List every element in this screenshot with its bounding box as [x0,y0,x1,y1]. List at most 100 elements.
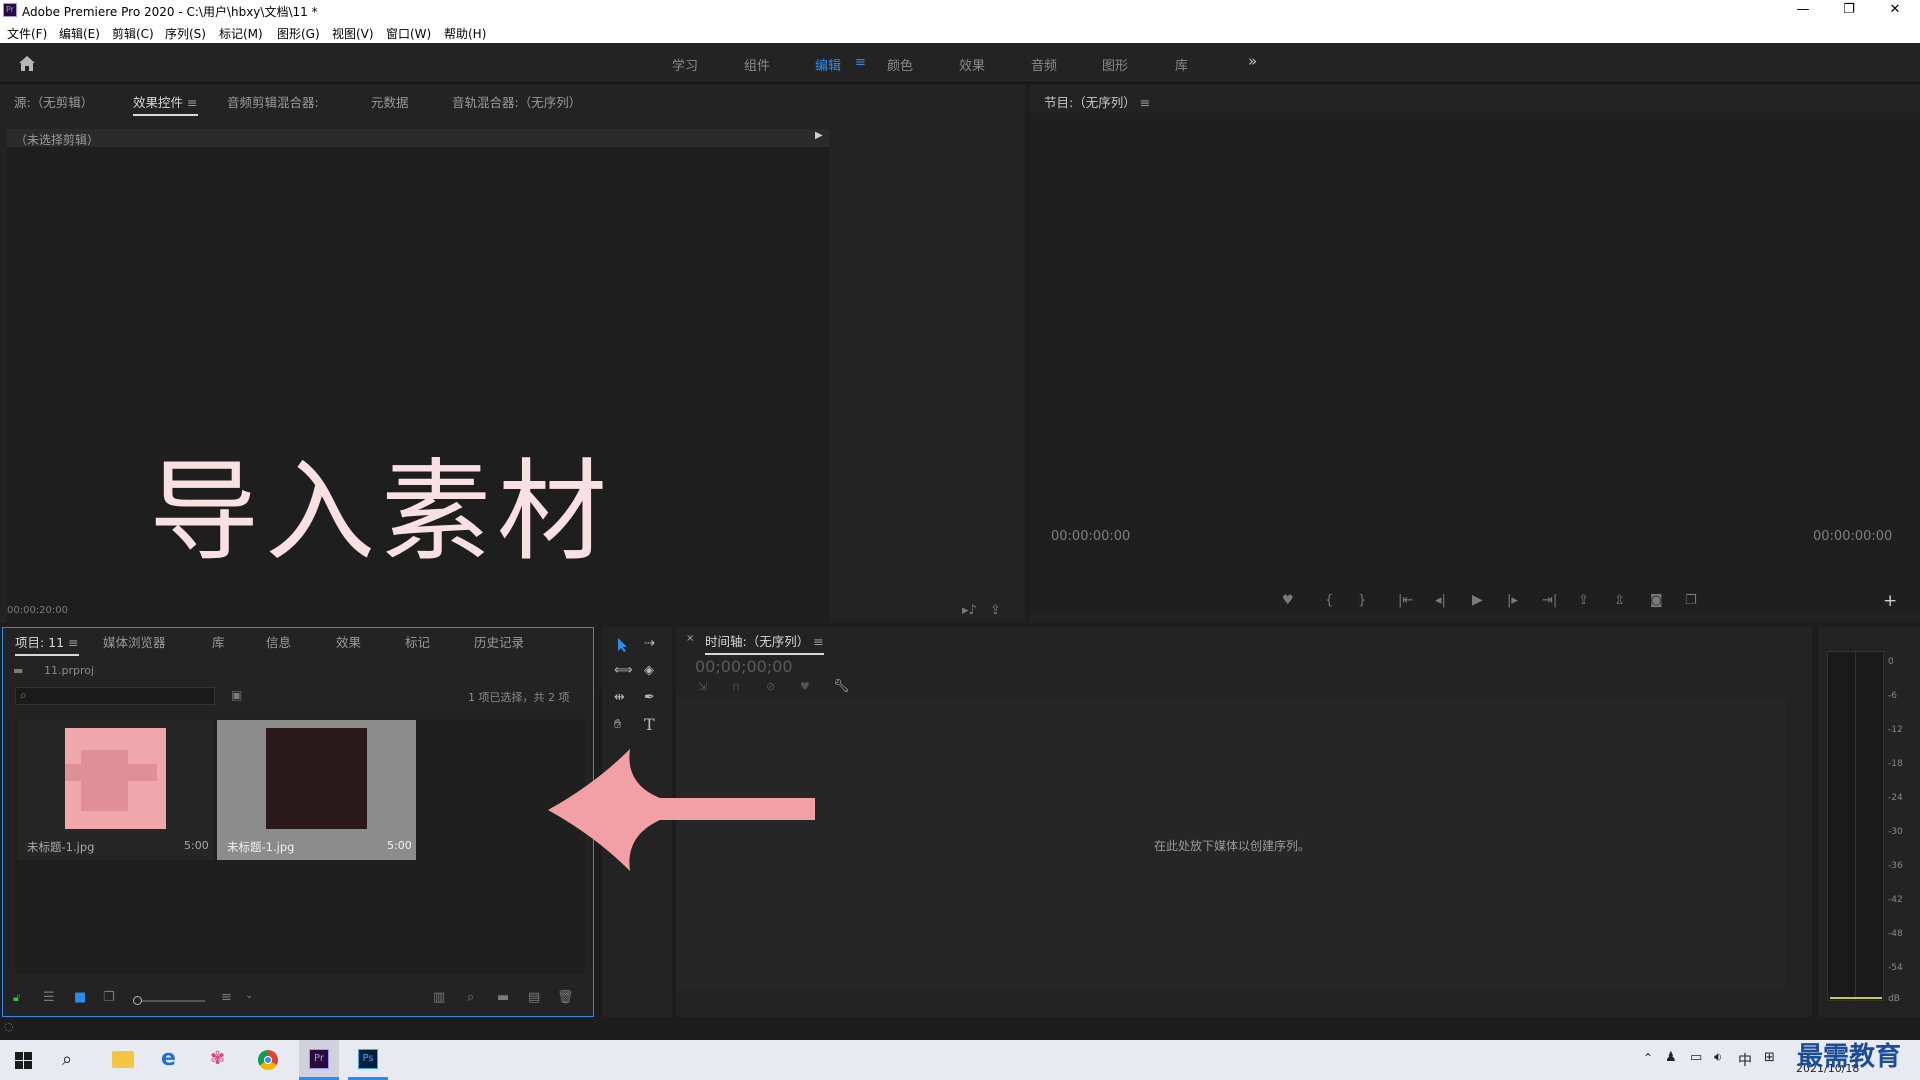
add-marker-timeline-icon[interactable]: ♥ [800,680,810,693]
close-icon[interactable]: ✕ [1872,0,1918,22]
workspace-color[interactable]: 颜色 [887,55,913,74]
snap-icon[interactable]: ∩ [732,680,740,693]
qq-icon[interactable]: ♟ [1665,1050,1677,1065]
add-marker-icon[interactable]: ♥ [1282,593,1294,608]
panel-menu-icon[interactable]: ≡ [187,95,197,110]
export-frame-icon[interactable]: ◙ [1650,593,1663,608]
tab-project[interactable]: 项目: 11 ≡ [15,632,79,656]
zoom-slider-handle[interactable] [133,996,142,1005]
workspace-menu-icon[interactable]: ≡ [855,55,866,70]
linked-selection-icon[interactable]: ⊘ [766,680,775,693]
mark-in-icon[interactable]: { [1325,593,1333,608]
find-icon[interactable]: ⌕ [467,990,474,1005]
premiere-taskbar-button[interactable]: Pr [299,1040,339,1080]
tab-libraries[interactable]: 库 [212,632,225,651]
windows-start-icon[interactable] [15,1052,32,1069]
workspace-audio[interactable]: 音频 [1031,55,1057,74]
lift-icon[interactable]: ⇪ [1578,593,1589,608]
hand-tool-icon[interactable]: ✋︎ [614,717,621,732]
network-icon[interactable]: ▭ [1690,1050,1702,1065]
new-search-bin-icon[interactable]: ▣ [231,688,242,702]
tab-info[interactable]: 信息 [266,632,291,651]
photoshop-taskbar-button[interactable]: Ps [348,1040,388,1080]
lock-icon[interactable]: 🔓︎ [13,991,20,1005]
zoom-slider[interactable] [133,996,205,1005]
paint-icon[interactable]: ✾ [210,1048,225,1069]
chevron-up-icon[interactable]: ⌃ [1643,1051,1653,1065]
mark-out-icon[interactable]: } [1358,593,1366,608]
program-menu-icon[interactable]: ≡ [1140,95,1150,110]
tab-markers[interactable]: 标记 [405,632,430,651]
slip-tool-icon[interactable]: ⇹ [614,690,625,705]
ripple-edit-tool-icon[interactable]: ⟺ [614,663,633,678]
trash-icon[interactable]: 🗑︎ [557,990,574,1005]
tab-source[interactable]: 源:（无剪辑） [14,92,93,111]
automate-to-sequence-icon[interactable]: ▥ [433,990,445,1005]
tab-effect-controls[interactable]: 效果控件 ≡ [133,92,198,116]
workspace-libraries[interactable]: 库 [1175,55,1188,74]
chevron-down-icon[interactable]: ⌄ [245,990,253,1001]
new-item-icon[interactable]: ▤ [528,990,540,1005]
menu-edit[interactable]: 编辑(E) [59,25,100,42]
track-select-tool-icon[interactable]: ⇢ [644,636,655,651]
close-tab-icon[interactable]: × [686,633,694,644]
tab-history[interactable]: 历史记录 [474,632,524,651]
file-explorer-icon[interactable] [112,1051,134,1068]
extract-icon[interactable]: ⇫ [1614,593,1625,608]
project-item-selected[interactable]: 未标题-1.jpg 5:00 [217,720,416,860]
tab-audio-clip-mixer[interactable]: 音频剪辑混合器: [227,92,319,111]
menu-graphics[interactable]: 图形(G) [277,25,320,42]
home-icon[interactable] [18,55,36,72]
menu-marker[interactable]: 标记(M) [219,25,263,42]
step-back-icon[interactable]: ◂| [1435,593,1446,608]
tab-media-browser[interactable]: 媒体浏览器 [103,632,166,651]
wrench-icon[interactable]: 🔧︎ [833,679,850,694]
workspace-learning[interactable]: 学习 [672,55,698,74]
go-to-in-icon[interactable]: |⇤ [1398,593,1413,608]
selection-tool-icon[interactable] [616,637,630,653]
tab-metadata[interactable]: 元数据 [371,92,409,111]
menu-sequence[interactable]: 序列(S) [165,25,206,42]
expand-arrow-icon[interactable]: ▶ [815,130,823,141]
type-tool-icon[interactable]: T [644,715,655,734]
tab-audio-track-mixer[interactable]: 音轨混合器:（无序列） [452,92,581,111]
pen-tool-icon[interactable]: ✒ [644,690,655,705]
project-search-input[interactable]: ⌕ [15,687,215,705]
timeline-menu-icon[interactable]: ≡ [813,634,823,649]
comparison-view-icon[interactable]: ❐ [1685,593,1697,608]
list-view-icon[interactable]: ☰ [43,990,55,1005]
menu-clip[interactable]: 剪辑(C) [112,25,154,42]
razor-tool-icon[interactable]: ◈ [644,663,654,678]
workspace-editing[interactable]: 编辑 [815,55,841,74]
project-item[interactable]: 未标题-1.jpg 5:00 [17,720,214,860]
workspace-effects[interactable]: 效果 [959,55,985,74]
freeform-view-icon[interactable]: ❐ [103,990,115,1005]
export-clip-icon[interactable]: ⇪ [990,603,1001,618]
filter-audio-icon[interactable]: ▸♪ [962,603,977,618]
new-bin-icon[interactable]: ▬ [497,990,509,1005]
menu-help[interactable]: 帮助(H) [444,25,486,42]
volume-icon[interactable]: 🔉︎ [1714,1050,1722,1065]
menu-window[interactable]: 窗口(W) [386,25,431,42]
icon-view-icon[interactable]: ■ [74,990,86,1005]
keyboard-icon[interactable]: ⊞ [1764,1050,1775,1065]
menu-view[interactable]: 视图(V) [332,25,374,42]
search-icon[interactable]: ⌕ [62,1049,72,1070]
add-button-icon[interactable]: + [1883,591,1897,611]
more-workspaces-icon[interactable]: » [1248,52,1257,70]
nest-icon[interactable]: ⇲ [698,680,707,693]
sort-icon[interactable]: ≡ [221,990,232,1005]
workspace-assembly[interactable]: 组件 [744,55,770,74]
chrome-icon[interactable] [258,1050,278,1070]
project-menu-icon[interactable]: ≡ [68,635,78,650]
menu-file[interactable]: 文件(F) [7,25,47,42]
restore-icon[interactable]: ❐ [1826,0,1872,22]
ime-indicator[interactable]: 中 [1738,1050,1752,1070]
edge-icon[interactable]: e [161,1046,176,1071]
step-forward-icon[interactable]: |▸ [1507,593,1518,608]
minimize-icon[interactable]: — [1780,0,1826,22]
tab-effects[interactable]: 效果 [336,632,361,651]
go-to-out-icon[interactable]: ⇥| [1542,593,1557,608]
play-icon[interactable]: ▶ [1472,592,1483,608]
workspace-graphics[interactable]: 图形 [1102,55,1128,74]
